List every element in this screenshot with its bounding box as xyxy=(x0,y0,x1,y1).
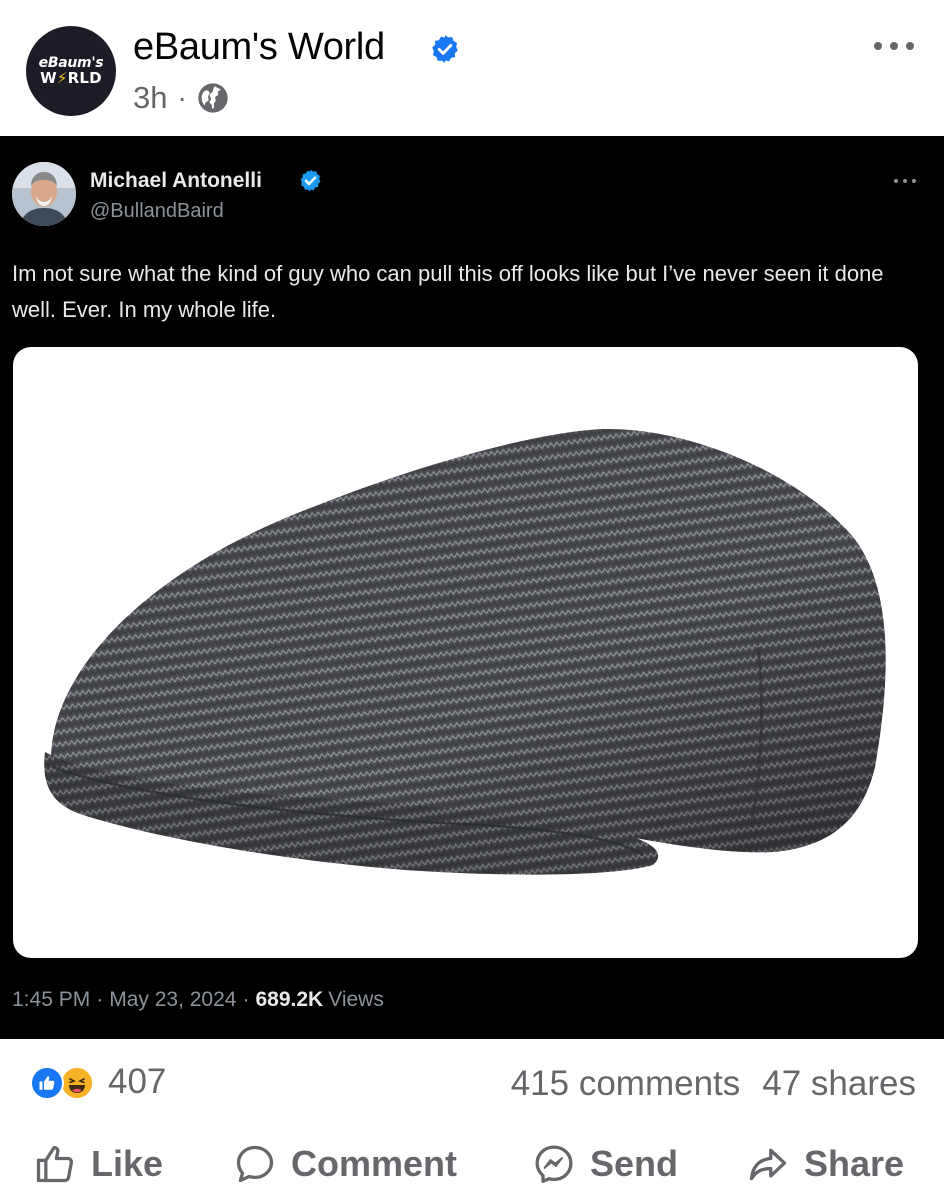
share-button[interactable]: Share xyxy=(746,1142,904,1186)
haha-reaction-icon xyxy=(60,1066,94,1100)
like-label: Like xyxy=(91,1143,164,1184)
meta-separator: · xyxy=(177,82,187,113)
tweet-more-dot xyxy=(894,179,898,183)
send-label: Send xyxy=(590,1143,679,1184)
page-avatar[interactable]: eBaum's W⚡RLD xyxy=(26,26,116,116)
share-arrow-icon xyxy=(749,1148,787,1181)
post-action-bar: Like Comment Send Share xyxy=(0,1130,944,1200)
more-dot xyxy=(874,42,882,50)
post-meta: 3h · xyxy=(133,80,229,116)
engagement-counts: 415 comments 47 shares xyxy=(511,1064,916,1104)
tweet-footer: 1:45 PM · May 23, 2024 · 689.2K Views xyxy=(12,988,384,1012)
globe-icon xyxy=(198,83,228,113)
more-dot xyxy=(906,42,914,50)
comment-button[interactable]: Comment xyxy=(233,1142,457,1186)
avatar-text-line2: W⚡RLD xyxy=(40,69,102,87)
tweet-more-icon xyxy=(894,179,916,185)
post-header: eBaum's W⚡RLD eBaum's World 3h · xyxy=(0,0,944,136)
shares-count-link[interactable]: 47 shares xyxy=(762,1064,916,1104)
tweet-author-avatar xyxy=(12,162,76,226)
tweet-text: Im not sure what the kind of guy who can… xyxy=(12,261,884,322)
like-button[interactable]: Like xyxy=(33,1142,163,1186)
tweet-views-label: Views xyxy=(328,988,384,1011)
tweet-time: 1:45 PM xyxy=(12,988,91,1011)
avatar-text-line1: eBaum's xyxy=(38,55,104,71)
tweet-author-name: Michael Antonelli xyxy=(90,169,262,192)
tweet-verified-badge-icon xyxy=(300,169,321,192)
page-name-link[interactable]: eBaum's World xyxy=(133,26,385,69)
more-options-button[interactable] xyxy=(874,36,914,56)
tweet-footer-dot: · xyxy=(242,988,250,1011)
flat-cap-image xyxy=(44,428,886,875)
send-button[interactable]: Send xyxy=(532,1142,678,1186)
share-label: Share xyxy=(804,1143,905,1184)
reaction-icons xyxy=(30,1062,98,1102)
comments-count-link[interactable]: 415 comments xyxy=(511,1064,741,1104)
post-timestamp[interactable]: 3h xyxy=(133,80,167,116)
tweet-footer-dot: · xyxy=(96,988,104,1011)
tweet-views-count: 689.2K xyxy=(255,988,324,1011)
tweet-more-dot xyxy=(903,179,907,183)
reactions-summary[interactable]: 407 xyxy=(30,1062,166,1102)
comment-label: Comment xyxy=(291,1143,458,1184)
thumbs-up-icon xyxy=(36,1145,74,1183)
comment-bubble-icon xyxy=(236,1145,274,1183)
tweet-author-handle: @BullandBaird xyxy=(90,200,224,222)
tweet-more-dot xyxy=(912,179,916,183)
shared-tweet-image[interactable]: Michael Antonelli @BullandBaird Im not s… xyxy=(0,136,944,1039)
reaction-count: 407 xyxy=(108,1062,167,1101)
messenger-icon xyxy=(535,1145,573,1183)
tweet-media-flat-cap xyxy=(13,347,918,958)
like-reaction-icon xyxy=(30,1066,64,1100)
verified-badge-icon xyxy=(432,35,458,63)
more-dot xyxy=(890,42,898,50)
tweet-date: May 23, 2024 xyxy=(109,988,237,1011)
